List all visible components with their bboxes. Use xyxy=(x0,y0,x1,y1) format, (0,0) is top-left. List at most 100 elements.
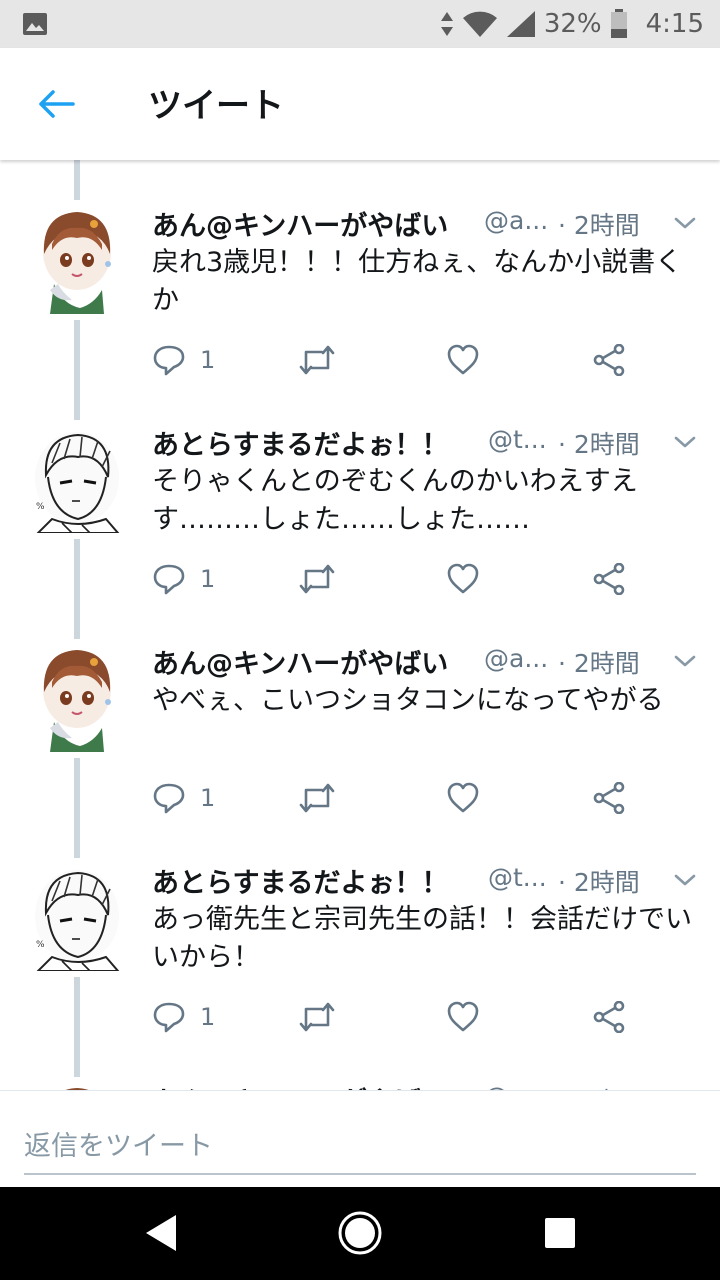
user-handle[interactable]: @a... xyxy=(484,644,548,673)
tweet-item[interactable]: あん@キンハーがやばい @a... · 2時間やべぇ、こいつショタコンになってやがる… xyxy=(0,598,720,858)
system-nav-bar xyxy=(0,1186,720,1280)
image-icon xyxy=(23,13,47,35)
retweet-button[interactable] xyxy=(298,997,336,1037)
share-icon xyxy=(593,1001,625,1033)
like-icon xyxy=(447,563,479,594)
reply-count: 1 xyxy=(200,784,216,812)
retweet-icon xyxy=(299,345,335,375)
avatar[interactable] xyxy=(32,1080,122,1090)
share-button[interactable] xyxy=(592,778,626,818)
user-name[interactable]: あとらすまるだよぉ！！ xyxy=(152,423,448,462)
nav-back-button[interactable] xyxy=(136,1208,186,1258)
tweet-time[interactable]: · 2時間 xyxy=(558,644,640,680)
share-icon xyxy=(593,563,625,595)
nav-recents-icon xyxy=(545,1218,575,1248)
like-icon xyxy=(447,344,479,375)
reply-icon xyxy=(153,345,185,376)
reply-button[interactable]: 1 xyxy=(152,340,215,380)
signal-icon xyxy=(506,11,535,37)
tweet-actions: 1 xyxy=(152,559,692,599)
reply-icon xyxy=(153,1002,185,1033)
tweet-item[interactable]: あん@キンハーがやばい @a... · 2時間戻れ3歳児！！！仕方ねぇ、なんか小説書… xyxy=(0,160,720,420)
user-handle[interactable]: @t... xyxy=(488,425,547,454)
svg-text:%: % xyxy=(36,502,45,512)
like-icon xyxy=(447,782,479,813)
nav-home-button[interactable] xyxy=(335,1208,385,1258)
svg-text:%: % xyxy=(36,940,45,950)
reply-count: 1 xyxy=(200,346,216,374)
tweet-item[interactable]: % あとらすまるだよぉ！！ @t... · 2時間あっ衛先生と宗司先生の話！！会話だけ… xyxy=(0,817,720,1077)
chevron-down-icon[interactable] xyxy=(670,429,700,455)
page-title: ツイート xyxy=(148,86,284,126)
back-arrow-icon xyxy=(39,90,75,118)
data-arrows-icon xyxy=(440,12,453,36)
retweet-icon xyxy=(299,783,335,813)
battery-icon xyxy=(610,9,627,38)
reply-icon xyxy=(153,783,185,814)
avatar[interactable]: % xyxy=(32,861,122,972)
reply-count: 1 xyxy=(200,1003,216,1031)
share-button[interactable] xyxy=(592,559,626,599)
tweet-header: あん@キンハーがやばい @a... · 2時間 xyxy=(152,642,700,682)
user-handle[interactable]: @a... xyxy=(484,1082,548,1090)
tweet-header: あん@キンハーがやばい @a... · 2時間 xyxy=(152,1080,700,1090)
share-icon xyxy=(593,782,625,814)
battery-percent: 32% xyxy=(543,9,602,39)
retweet-icon xyxy=(299,1002,335,1032)
tweet-text: 戻れ3歳児！！！仕方ねぇ、なんか小説書くか xyxy=(152,247,683,316)
retweet-button[interactable] xyxy=(298,778,336,818)
user-name[interactable]: あとらすまるだよぉ！！ xyxy=(152,861,448,900)
share-icon xyxy=(593,344,625,376)
reply-icon xyxy=(153,564,185,595)
user-handle[interactable]: @a... xyxy=(484,206,548,235)
wifi-icon xyxy=(462,11,497,37)
avatar[interactable] xyxy=(32,642,122,752)
like-button[interactable] xyxy=(446,340,480,380)
tweet-text: やべぇ、こいつショタコンになってやがる xyxy=(152,685,664,716)
back-button[interactable] xyxy=(24,76,88,132)
reply-input[interactable]: 返信をツイート xyxy=(24,1113,696,1175)
tweet-time[interactable]: · 2時間 xyxy=(558,1082,640,1090)
reply-button[interactable]: 1 xyxy=(152,997,215,1037)
reply-button[interactable]: 1 xyxy=(152,778,215,818)
retweet-button[interactable] xyxy=(298,559,336,599)
tweet-time[interactable]: · 2時間 xyxy=(558,425,640,461)
like-icon xyxy=(447,1001,479,1032)
retweet-button[interactable] xyxy=(298,340,336,380)
nav-recents-button[interactable] xyxy=(535,1208,585,1258)
tweet-header: あとらすまるだよぉ！！ @t... · 2時間 xyxy=(152,861,700,901)
app-header: ツイート xyxy=(0,48,720,160)
chevron-down-icon[interactable] xyxy=(670,648,700,674)
tweet-time[interactable]: · 2時間 xyxy=(558,206,640,242)
user-name[interactable]: あん@キンハーがやばい xyxy=(152,1080,448,1090)
reply-bar: 返信をツイート xyxy=(0,1090,720,1187)
avatar[interactable]: % xyxy=(32,423,122,534)
user-handle[interactable]: @t... xyxy=(488,863,547,892)
tweet-text: そりゃくんとのぞむくんのかいわえすえす………しょた……しょた…… xyxy=(152,466,638,535)
share-button[interactable] xyxy=(592,997,626,1037)
tweet-actions: 1 xyxy=(152,997,692,1037)
tweet-header: あん@キンハーがやばい @a... · 2時間 xyxy=(152,204,700,244)
avatar[interactable] xyxy=(32,204,122,314)
tweet-thread[interactable]: あん@キンハーがやばい @a... · 2時間 戻れ3歳児！！！仕方ねぇ、なんか小説書… xyxy=(0,160,720,1090)
chevron-down-icon[interactable] xyxy=(670,210,700,236)
status-bar: 32% 4:15 xyxy=(0,0,720,48)
nav-back-icon xyxy=(146,1215,176,1251)
like-button[interactable] xyxy=(446,559,480,599)
like-button[interactable] xyxy=(446,778,480,818)
user-name[interactable]: あん@キンハーがやばい xyxy=(152,642,448,681)
tweet-item[interactable]: % あとらすまるだよぉ！！ @t... · 2時間そりゃくんとのぞむくんのかいわえすえ… xyxy=(0,379,720,639)
tweet-header: あとらすまるだよぉ！！ @t... · 2時間 xyxy=(152,423,700,463)
chevron-down-icon[interactable] xyxy=(670,867,700,893)
like-button[interactable] xyxy=(446,997,480,1037)
tweet-actions: 1 xyxy=(152,778,692,818)
nav-home-icon xyxy=(338,1211,382,1255)
retweet-icon xyxy=(299,564,335,594)
tweet-time[interactable]: · 2時間 xyxy=(558,863,640,899)
reply-button[interactable]: 1 xyxy=(152,559,215,599)
share-button[interactable] xyxy=(592,340,626,380)
tweet-item[interactable]: あん@キンハーがやばい @a... · 2時間 xyxy=(0,1036,720,1090)
tweet-text: あっ衛先生と宗司先生の話！！会話だけでいいから！ xyxy=(152,904,692,973)
user-name[interactable]: あん@キンハーがやばい xyxy=(152,204,448,243)
reply-count: 1 xyxy=(200,565,216,593)
